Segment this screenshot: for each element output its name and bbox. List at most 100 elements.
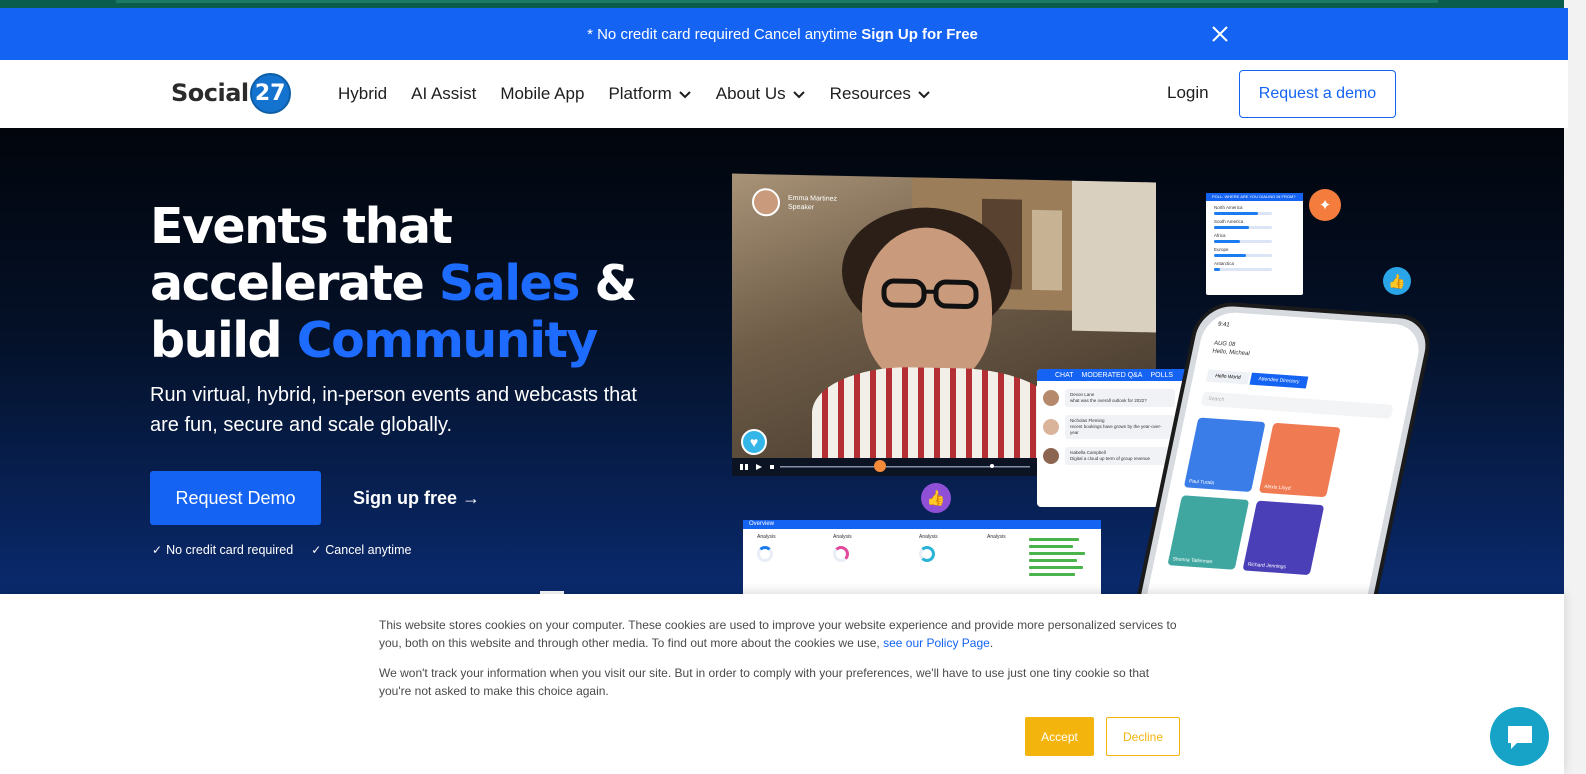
poll-bar	[1214, 240, 1272, 243]
video-controls[interactable]	[732, 458, 1042, 476]
party-icon: ✦	[1309, 189, 1341, 221]
headline-line3a: build	[150, 312, 297, 369]
poll-row: Europe	[1214, 247, 1295, 257]
cookie-text-2: We won't track your information when you…	[379, 666, 1150, 698]
chat-text: Digital a cloud up term of group revenue	[1070, 456, 1151, 461]
poll-bar	[1214, 212, 1272, 215]
poll-label: Antarctica	[1214, 261, 1235, 266]
nav-item-about-us[interactable]: About Us	[716, 84, 806, 104]
cookie-banner: This website stores cookies on your comp…	[0, 594, 1564, 774]
signup-free-link[interactable]: Sign Up for Free	[861, 26, 978, 43]
attendee-card[interactable]: Alexis Lloyd	[1258, 422, 1341, 498]
cookie-text-end: .	[989, 636, 994, 650]
check-icon: ✓	[311, 543, 322, 557]
chat-message: Nicholas Fleming recent bookings have gro…	[1043, 415, 1187, 439]
check-icon: ✓	[152, 543, 163, 557]
cookie-text: This website stores cookies on your comp…	[379, 618, 1177, 650]
announcement-text: * No credit card required Cancel anytime	[587, 25, 858, 43]
poll-row: North America	[1214, 205, 1295, 215]
top-strip	[0, 0, 1568, 8]
headline-community: Community	[296, 312, 599, 369]
analytics-card: Overview Analysis Analysis Analysis Anal…	[743, 520, 1101, 594]
video-progress	[740, 460, 1030, 472]
chevron-down-icon	[918, 91, 930, 99]
chevron-down-icon	[792, 91, 805, 99]
hero-section: Events that accelerate Sales & build Com…	[0, 128, 1564, 594]
chat-bubble-icon	[1507, 725, 1532, 749]
check-item: ✓ Cancel anytime	[311, 543, 411, 557]
attendee-name: Shonna Tallerman	[1171, 556, 1213, 566]
speaker-role: Speaker	[788, 203, 815, 212]
poll-label: Europe	[1214, 247, 1229, 252]
analytics-col: Analysis	[833, 534, 911, 562]
chat-text: recent bookings have grown by the year-o…	[1070, 424, 1162, 435]
analytics-col-label: Analysis	[757, 534, 776, 540]
analytics-bars	[1029, 538, 1085, 580]
phone-tab[interactable]: Attendee Directory	[1249, 372, 1309, 389]
headline-sales: Sales	[438, 255, 581, 312]
heart-icon: ♥	[741, 429, 767, 455]
thumbs-up-icon: 👍	[1383, 267, 1411, 295]
policy-link[interactable]: see our Policy Page	[883, 636, 990, 650]
tab-moderated-qa[interactable]: MODERATED Q&A	[1082, 372, 1143, 379]
poll-label: South America	[1214, 219, 1244, 224]
poll-row: South America	[1214, 219, 1295, 229]
tab-polls[interactable]: POLLS	[1150, 372, 1173, 379]
phone-tab[interactable]: Hello World	[1206, 369, 1250, 385]
nav-item-label: About Us	[715, 84, 786, 103]
poll-title: POLL: WHERE ARE YOU DIALING IN FROM?	[1206, 193, 1303, 201]
request-demo-button[interactable]: Request Demo	[150, 471, 321, 525]
poll-bar	[1214, 226, 1272, 229]
attendee-card[interactable]: Paul Turala	[1183, 417, 1266, 492]
main-nav: Social 27 Hybrid AI Assist Mobile App Pl…	[0, 60, 1568, 128]
nav-item-hybrid[interactable]: Hybrid	[338, 84, 387, 104]
headline-line2c: &	[578, 255, 637, 312]
check-label: No credit card required	[166, 543, 294, 557]
accept-button[interactable]: Accept	[1025, 717, 1094, 756]
logo[interactable]: Social 27	[171, 72, 291, 114]
nav-item-mobile-app[interactable]: Mobile App	[500, 84, 584, 104]
decline-button[interactable]: Decline	[1106, 717, 1180, 756]
sign-up-free-link[interactable]: Sign up free →	[353, 488, 480, 509]
avatar	[1043, 419, 1059, 435]
hero-subtitle: Run virtual, hybrid, in-person events an…	[150, 384, 637, 436]
nav-item-label: AI Assist	[411, 84, 477, 103]
nav-item-label: Mobile App	[500, 84, 585, 103]
poll-label: North America	[1214, 205, 1243, 210]
phone-mockup: 9:41 AUG 08 Hello, Micheal Hello World A…	[1129, 300, 1437, 594]
headline-line2a: accelerate	[150, 255, 439, 312]
phone-greeting: AUG 08 Hello, Micheal	[1211, 340, 1404, 369]
poll-row: Antarctica	[1214, 261, 1295, 271]
phone-screen: 9:41 AUG 08 Hello, Micheal Hello World A…	[1140, 310, 1425, 594]
glasses-shape	[881, 278, 979, 309]
hero-headline: Events that accelerate Sales & build Com…	[150, 198, 637, 369]
attendee-card[interactable]: Shonna Tallerman	[1167, 495, 1250, 570]
attendee-card[interactable]: Richard Jennings	[1242, 500, 1325, 576]
nav-item-platform[interactable]: Platform	[608, 84, 691, 104]
chat-widget-button[interactable]	[1490, 707, 1549, 766]
cookie-text-1: This website stores cookies on your comp…	[379, 616, 1179, 652]
poll-card: POLL: WHERE ARE YOU DIALING IN FROM? Nor…	[1206, 193, 1303, 295]
poll-label: Africa	[1214, 233, 1226, 238]
speaker-tag: Emma Martinez Speaker	[752, 187, 837, 218]
nav-item-ai-assist[interactable]: AI Assist	[411, 84, 476, 104]
attendee-name: Paul Turala	[1188, 478, 1215, 487]
phone-search[interactable]: Search	[1200, 391, 1394, 419]
nav-item-label: Resources	[829, 84, 911, 103]
check-item: ✓ No credit card required	[152, 543, 293, 557]
login-link[interactable]: Login	[1167, 83, 1209, 103]
request-a-demo-button[interactable]: Request a demo	[1239, 70, 1396, 118]
chat-message: Devon Lane what was the overall outlook f…	[1043, 389, 1187, 407]
analytics-col-label: Analysis	[919, 534, 938, 540]
headline-line1: Events that	[150, 198, 453, 255]
chat-text: what was the overall outlook for 2022?	[1070, 398, 1147, 403]
nav-menu: Hybrid AI Assist Mobile App Platform Abo…	[338, 60, 955, 128]
announcement-bar: * No credit card required Cancel anytime…	[0, 8, 1568, 60]
phone-attendee-grid: Paul Turala Alexis Lloyd Shonna Tallerma…	[1167, 417, 1388, 578]
logo-text: Social	[171, 79, 249, 107]
close-icon[interactable]	[1210, 24, 1230, 44]
nav-item-resources[interactable]: Resources	[830, 84, 931, 104]
logo-number: 27	[249, 72, 291, 114]
tab-chat[interactable]: CHAT	[1055, 372, 1074, 379]
poll-bar	[1214, 268, 1272, 271]
